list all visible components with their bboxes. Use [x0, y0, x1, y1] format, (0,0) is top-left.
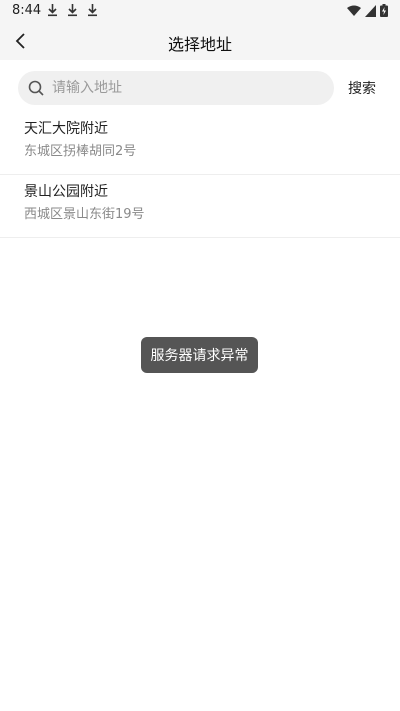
search-box[interactable] — [18, 71, 334, 105]
address-result-list: 天汇大院附近 东城区拐棒胡同2号 景山公园附近 西城区景山东街19号 — [0, 112, 400, 238]
status-time: 8:44 — [12, 3, 42, 18]
list-item[interactable]: 天汇大院附近 东城区拐棒胡同2号 — [0, 112, 400, 175]
search-bar: 搜索 — [0, 60, 400, 112]
place-name: 天汇大院附近 — [24, 121, 108, 137]
download-icon — [68, 4, 77, 17]
search-button[interactable]: 搜索 — [342, 78, 382, 98]
place-name: 景山公园附近 — [24, 184, 108, 200]
place-address: 西城区景山东街19号 — [24, 207, 145, 222]
search-icon — [28, 80, 44, 96]
signal-icon — [365, 4, 376, 17]
status-bar: 8:44 — [0, 0, 400, 22]
error-toast: 服务器请求异常 — [141, 337, 258, 373]
page-title: 选择地址 — [167, 35, 232, 54]
place-address: 东城区拐棒胡同2号 — [24, 144, 137, 159]
list-item[interactable]: 景山公园附近 西城区景山东街19号 — [0, 175, 400, 238]
title-bar: 选择地址 — [0, 22, 400, 60]
download-icon — [48, 4, 57, 17]
notification-icons — [46, 3, 99, 17]
download-icon — [88, 4, 97, 17]
wifi-icon — [347, 5, 361, 16]
battery-charging-icon — [380, 4, 388, 17]
system-icons — [347, 4, 388, 17]
search-input[interactable] — [50, 79, 314, 97]
